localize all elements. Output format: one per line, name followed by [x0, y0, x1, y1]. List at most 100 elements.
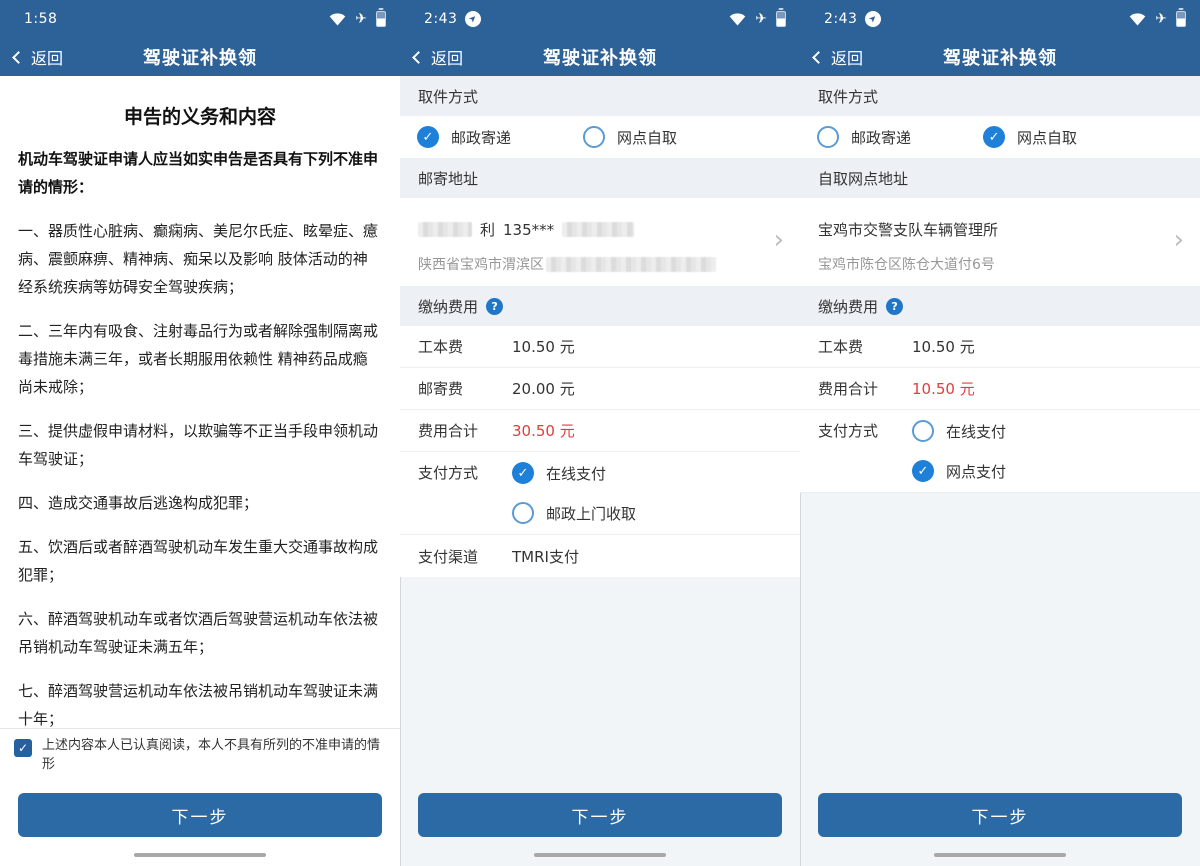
airplane-mode-icon: ✈ — [1155, 12, 1167, 26]
radio-postal-door-collection[interactable]: ✓ — [512, 502, 534, 524]
fee-row-cost: 工本费 10.50 元 — [800, 326, 1200, 368]
check-icon: ✓ — [18, 742, 28, 754]
redacted-name — [418, 222, 472, 237]
back-button[interactable]: 返回 — [800, 45, 863, 69]
section-label: 自取网点地址 — [818, 168, 908, 189]
option-branch-pickup[interactable]: ✓ 网点自取 — [983, 126, 1077, 148]
radio-postal-delivery[interactable]: ✓ — [817, 126, 839, 148]
document-title: 申告的义务和内容 — [18, 102, 382, 129]
declaration-document[interactable]: 申告的义务和内容 机动车驾驶证申请人应当如实申告是否具有下列不准申请的情形： 一… — [0, 76, 400, 728]
option-online-payment[interactable]: ✓ 在线支付 — [512, 462, 636, 484]
channel-value: TMRI支付 — [512, 546, 579, 567]
fee-label: 工本费 — [418, 336, 512, 357]
check-icon: ✓ — [589, 131, 600, 144]
airplane-mode-icon: ✈ — [355, 12, 367, 26]
status-bar: 2:43 ➤ ✈ — [400, 0, 800, 38]
wifi-icon — [329, 13, 346, 26]
declaration-item-2: 二、三年内有吸食、注射毒品行为或者解除强制隔离戒毒措施未满三年，或者长期服用依赖… — [18, 317, 382, 401]
declaration-item-1: 一、器质性心脏病、癫痫病、美尼尔氏症、眩晕症、癔病、震颤麻痹、精神病、痴呆以及影… — [18, 217, 382, 301]
screen-postal-delivery: 2:43 ➤ ✈ 返回 驾驶证补换领 取件方式 ✓ 邮政寄递 ✓ 网点自取 — [400, 0, 800, 866]
status-bar: 2:43 ➤ ✈ — [800, 0, 1200, 38]
agreement-text: 上述内容本人已认真阅读，本人不具有所列的不准申请的情形 — [42, 737, 386, 786]
fee-total-value: 10.50 元 — [912, 378, 975, 399]
recipient-phone: 135*** — [503, 221, 554, 239]
option-postal-delivery[interactable]: ✓ 邮政寄递 — [417, 126, 511, 148]
fee-label: 费用合计 — [818, 378, 912, 399]
location-icon: ➤ — [465, 11, 481, 27]
option-postal-delivery[interactable]: ✓ 邮政寄递 — [817, 126, 911, 148]
check-icon: ✓ — [423, 131, 434, 144]
fee-row-postage: 邮寄费 20.00 元 — [400, 368, 800, 410]
location-icon: ➤ — [865, 11, 881, 27]
help-icon[interactable]: ? — [486, 298, 503, 315]
payment-label: 支付方式 — [418, 462, 512, 524]
fee-total-value: 30.50 元 — [512, 420, 575, 441]
battery-icon — [376, 11, 386, 27]
option-label: 在线支付 — [546, 463, 606, 484]
radio-online-payment[interactable]: ✓ — [512, 462, 534, 484]
fee-label: 邮寄费 — [418, 378, 512, 399]
home-indicator[interactable] — [534, 853, 666, 857]
check-icon: ✓ — [518, 467, 529, 480]
pickup-options-row: ✓ 邮政寄递 ✓ 网点自取 — [400, 116, 800, 158]
fee-label: 费用合计 — [418, 420, 512, 441]
address-line: 陕西省宝鸡市渭滨区 — [418, 254, 756, 274]
chevron-right-icon: › — [1174, 227, 1184, 253]
home-indicator[interactable] — [934, 853, 1066, 857]
redacted-address — [546, 257, 716, 272]
agreement-row: ✓ 上述内容本人已认真阅读，本人不具有所列的不准申请的情形 — [0, 728, 400, 786]
declaration-item-6: 六、醉酒驾驶机动车或者饮酒后驾驶营运机动车依法被吊销机动车驾驶证未满五年； — [18, 605, 382, 661]
nav-bar: 返回 驾驶证补换领 — [800, 38, 1200, 76]
fee-row-cost: 工本费 10.50 元 — [400, 326, 800, 368]
help-icon[interactable]: ? — [886, 298, 903, 315]
option-branch-pickup[interactable]: ✓ 网点自取 — [583, 126, 677, 148]
option-online-payment[interactable]: ✓ 在线支付 — [912, 420, 1006, 442]
back-button[interactable]: 返回 — [400, 45, 463, 69]
radio-online-payment[interactable]: ✓ — [912, 420, 934, 442]
triple-screenshot-canvas: 1:58 ✈ 返回 驾驶证补换领 申告的义务和内容 机动车驾驶证申请人应当如实申… — [0, 0, 1200, 866]
radio-branch-payment[interactable]: ✓ — [912, 460, 934, 482]
option-branch-payment[interactable]: ✓ 网点支付 — [912, 460, 1006, 482]
section-label: 邮寄地址 — [418, 168, 478, 189]
payment-method-row: 支付方式 ✓ 在线支付 ✓ 邮政上门收取 — [400, 452, 800, 535]
payment-label: 支付方式 — [818, 420, 912, 482]
declaration-item-5: 五、饮酒后或者醉酒驾驶机动车发生重大交通事故构成犯罪； — [18, 533, 382, 589]
section-label: 取件方式 — [418, 86, 478, 107]
recipient-name-suffix: 利 — [480, 219, 495, 240]
home-indicator[interactable] — [134, 853, 266, 857]
next-step-button[interactable]: 下一步 — [18, 793, 382, 837]
payment-channel-row: 支付渠道 TMRI支付 — [400, 535, 800, 577]
mail-address-card[interactable]: 利 135*** 陕西省宝鸡市渭滨区 › — [400, 198, 800, 286]
back-label: 返回 — [831, 45, 863, 69]
agreement-checkbox[interactable]: ✓ — [14, 739, 32, 757]
next-step-button[interactable]: 下一步 — [418, 793, 782, 837]
radio-branch-pickup[interactable]: ✓ — [583, 126, 605, 148]
fee-label: 工本费 — [818, 336, 912, 357]
option-postal-door-collection[interactable]: ✓ 邮政上门收取 — [512, 502, 636, 524]
radio-branch-pickup[interactable]: ✓ — [983, 126, 1005, 148]
branch-name: 宝鸡市交警支队车辆管理所 — [818, 219, 1156, 240]
status-bar: 1:58 ✈ — [0, 0, 400, 38]
screen-branch-pickup: 2:43 ➤ ✈ 返回 驾驶证补换领 取件方式 ✓ 邮政寄递 ✓ 网点自取 — [800, 0, 1200, 866]
next-step-button[interactable]: 下一步 — [818, 793, 1182, 837]
back-button[interactable]: 返回 — [0, 45, 63, 69]
status-time: 1:58 — [24, 11, 57, 27]
pickup-address-card[interactable]: 宝鸡市交警支队车辆管理所 宝鸡市陈仓区陈仓大道付6号 › — [800, 198, 1200, 286]
payment-method-row: 支付方式 ✓ 在线支付 ✓ 网点支付 — [800, 410, 1200, 493]
fee-value: 10.50 元 — [912, 336, 975, 357]
section-label: 取件方式 — [818, 86, 878, 107]
check-icon: ✓ — [518, 507, 529, 520]
option-label: 网点支付 — [946, 461, 1006, 482]
declaration-item-7: 七、醉酒驾驶营运机动车依法被吊销机动车驾驶证未满十年； — [18, 677, 382, 728]
check-icon: ✓ — [823, 131, 834, 144]
pickup-options-row: ✓ 邮政寄递 ✓ 网点自取 — [800, 116, 1200, 158]
nav-bar: 返回 驾驶证补换领 — [0, 38, 400, 76]
airplane-mode-icon: ✈ — [755, 12, 767, 26]
section-label: 缴纳费用 — [818, 296, 878, 317]
chevron-left-icon — [412, 51, 425, 64]
section-pickup-address: 自取网点地址 — [800, 158, 1200, 198]
check-icon: ✓ — [918, 465, 929, 478]
status-time: 2:43 — [824, 11, 857, 27]
radio-postal-delivery[interactable]: ✓ — [417, 126, 439, 148]
fee-row-total: 费用合计 30.50 元 — [400, 410, 800, 452]
